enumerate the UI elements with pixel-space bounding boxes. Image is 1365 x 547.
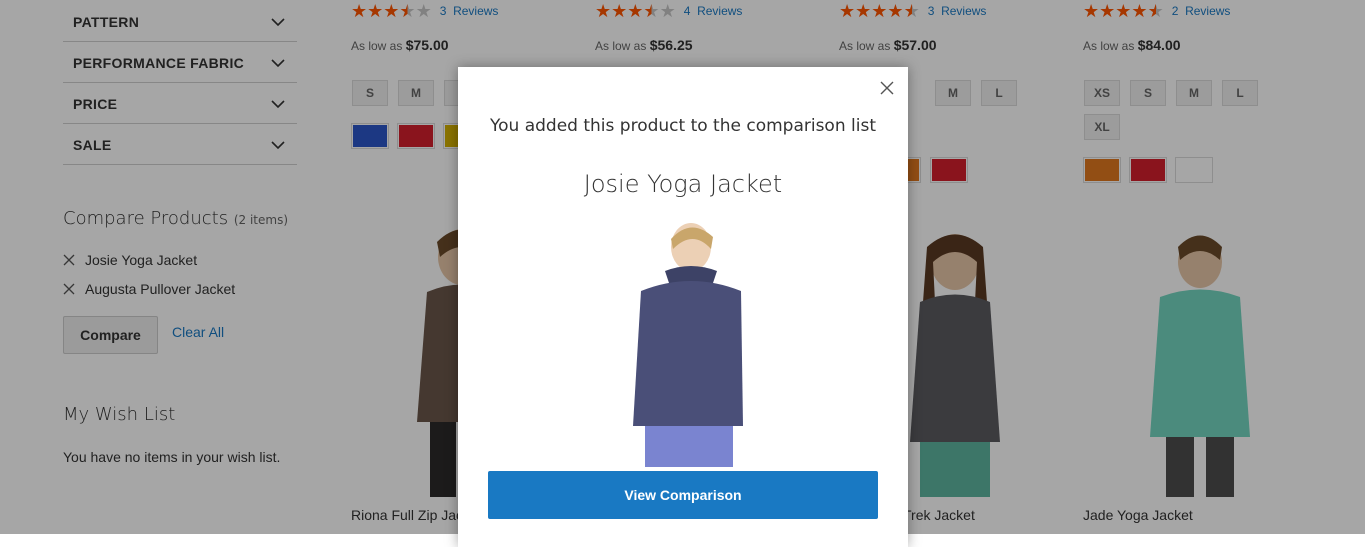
compare-confirmation-modal: You added this product to the comparison… bbox=[458, 67, 908, 547]
modal-product-name: Josie Yoga Jacket bbox=[583, 170, 783, 198]
view-comparison-button[interactable]: View Comparison bbox=[488, 471, 878, 519]
product-image bbox=[633, 223, 743, 467]
modal-message: You added this product to the comparison… bbox=[490, 116, 876, 136]
close-icon[interactable] bbox=[880, 81, 894, 95]
